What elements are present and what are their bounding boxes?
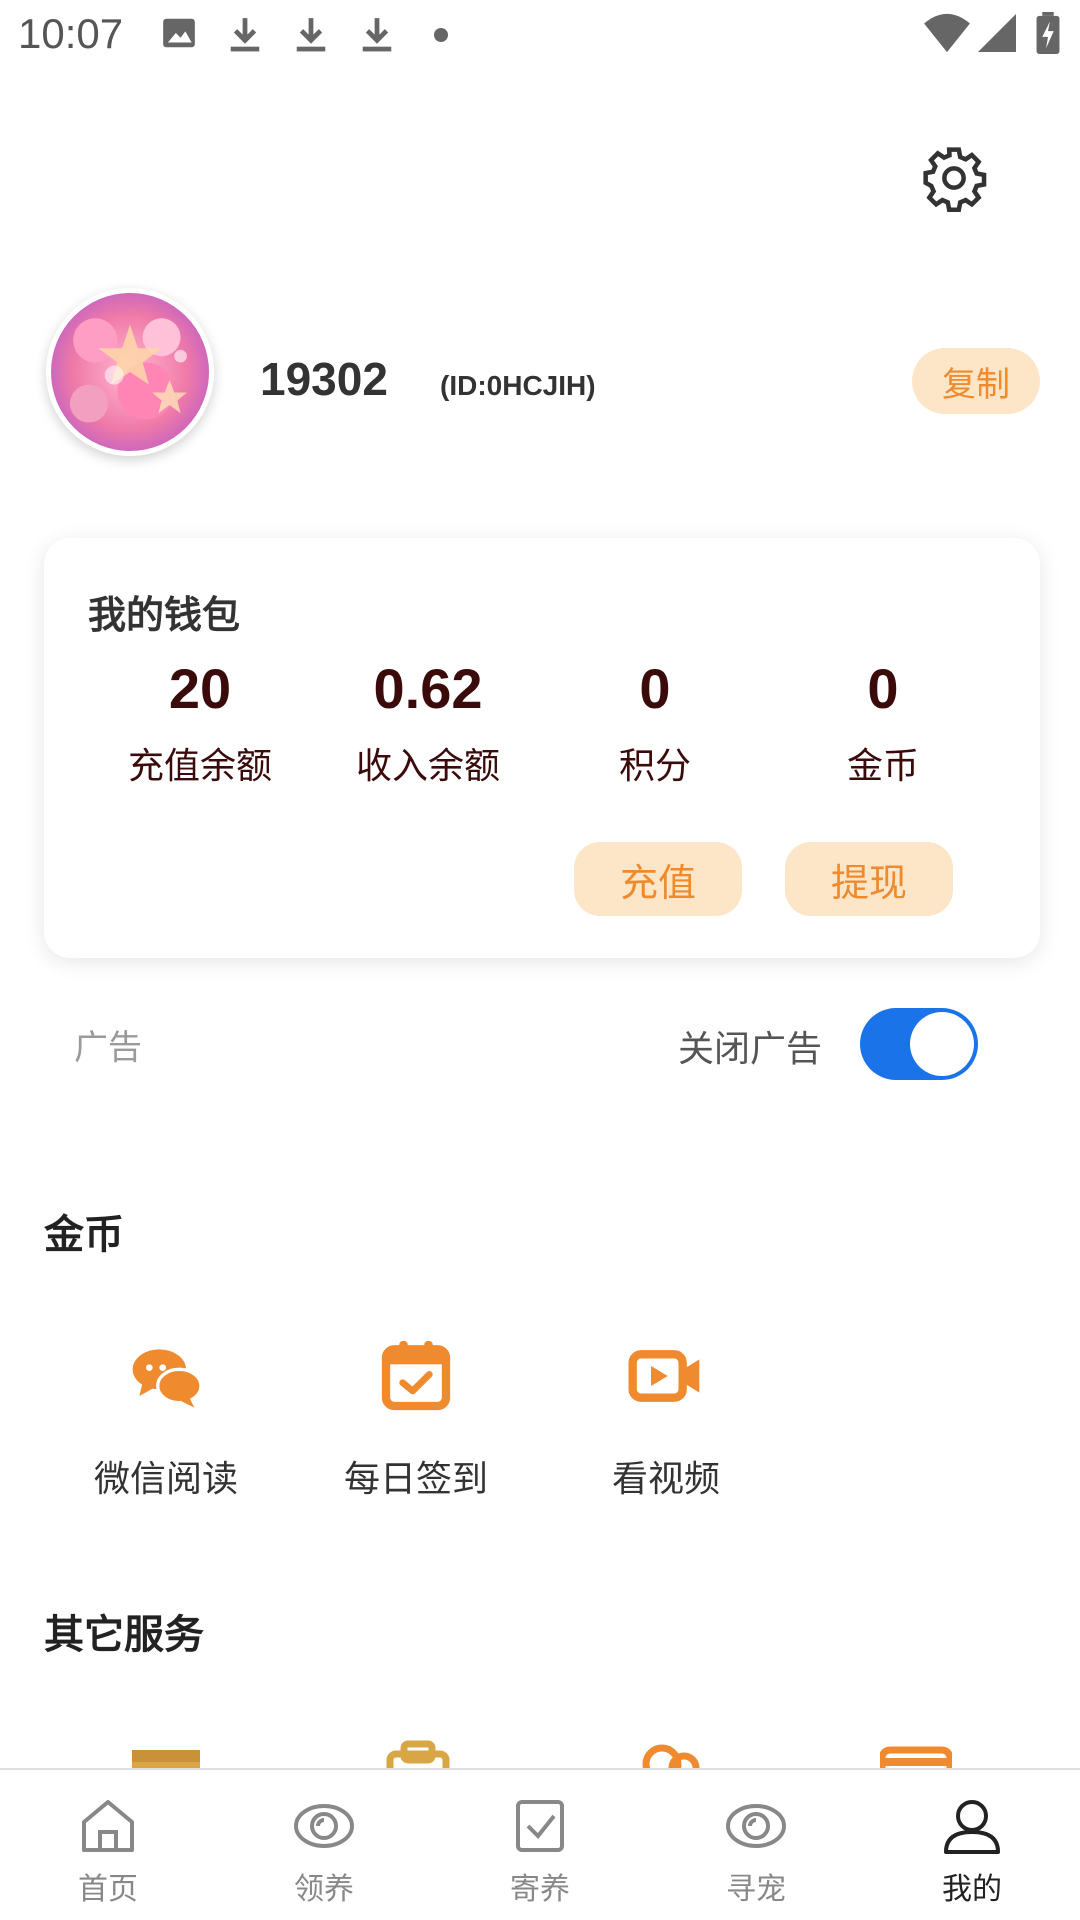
user-group-icon[interactable] bbox=[636, 1738, 708, 1768]
stat-points[interactable]: 0 积分 bbox=[555, 656, 755, 789]
stat-label: 金币 bbox=[846, 746, 919, 787]
tab-label: 我的 bbox=[942, 1872, 1002, 1907]
download-icon bbox=[296, 18, 326, 52]
wallet-title: 我的钱包 bbox=[88, 593, 241, 637]
copy-button[interactable]: 复制 bbox=[912, 348, 1040, 414]
user-id: (ID:0HCJIH) bbox=[440, 370, 596, 401]
stat-recharge-balance[interactable]: 20 充值余额 bbox=[100, 656, 300, 789]
wechat-reading-item[interactable]: 微信阅读 bbox=[66, 1336, 266, 1502]
tab-label: 寻宠 bbox=[726, 1872, 786, 1907]
stat-label: 收入余额 bbox=[355, 746, 500, 787]
signal-icon bbox=[978, 14, 1016, 52]
withdraw-button[interactable]: 提现 bbox=[785, 842, 953, 916]
stat-value: 20 bbox=[168, 657, 232, 720]
image-icon bbox=[163, 18, 195, 48]
stat-value: 0.62 bbox=[373, 657, 483, 720]
stat-value: 0 bbox=[867, 657, 899, 720]
checkbox-icon bbox=[516, 1800, 564, 1852]
gear-icon bbox=[923, 147, 987, 212]
chat-bubbles-icon bbox=[132, 1349, 203, 1408]
tab-label: 寄养 bbox=[510, 1872, 570, 1907]
tab-find-pet[interactable]: 寻宠 bbox=[656, 1770, 856, 1920]
bag-icon[interactable] bbox=[382, 1738, 454, 1768]
watch-video-item[interactable]: 看视频 bbox=[566, 1336, 766, 1502]
eye-icon bbox=[726, 1804, 786, 1848]
tab-adopt[interactable]: 领养 bbox=[224, 1770, 424, 1920]
ad-label: 广告 bbox=[74, 1028, 142, 1068]
toggle-knob bbox=[910, 1012, 974, 1076]
dot-icon bbox=[434, 28, 448, 42]
tab-label: 首页 bbox=[78, 1872, 138, 1907]
other-services-title: 其它服务 bbox=[44, 1612, 204, 1658]
stat-income-balance[interactable]: 0.62 收入余额 bbox=[328, 656, 528, 789]
tab-foster[interactable]: 寄养 bbox=[440, 1770, 640, 1920]
avatar-image bbox=[51, 293, 209, 451]
calendar-check-icon bbox=[381, 1341, 451, 1411]
download-icon bbox=[230, 18, 260, 52]
stat-value: 0 bbox=[639, 657, 671, 720]
tab-label: 领养 bbox=[294, 1872, 354, 1907]
username: 19302 bbox=[260, 353, 388, 405]
recharge-button[interactable]: 充值 bbox=[574, 842, 742, 916]
tab-home[interactable]: 首页 bbox=[8, 1770, 208, 1920]
wallet-icon[interactable] bbox=[130, 1738, 202, 1768]
person-icon bbox=[944, 1800, 1000, 1854]
close-ad-label: 关闭广告 bbox=[678, 1029, 823, 1070]
status-time: 10:07 bbox=[18, 10, 124, 57]
grid-label: 微信阅读 bbox=[93, 1459, 238, 1500]
download-icon bbox=[362, 18, 392, 52]
stat-coins[interactable]: 0 金币 bbox=[783, 656, 983, 789]
settings-button[interactable] bbox=[920, 144, 988, 212]
battery-charging-icon bbox=[1036, 12, 1060, 54]
eye-icon bbox=[294, 1804, 354, 1848]
status-bar: 10:07 bbox=[0, 0, 1080, 72]
bottom-tab-bar: 首页 领养 寄养 寻宠 我的 bbox=[0, 1768, 1080, 1920]
home-icon bbox=[82, 1800, 134, 1852]
wallet-card: 我的钱包 20 充值余额 0.62 收入余额 0 积分 0 金币 充值 提现 bbox=[44, 538, 1040, 958]
card-icon[interactable] bbox=[880, 1738, 952, 1768]
coins-section-title: 金币 bbox=[44, 1212, 124, 1258]
avatar[interactable] bbox=[46, 288, 214, 456]
daily-checkin-item[interactable]: 每日签到 bbox=[316, 1336, 516, 1502]
grid-label: 每日签到 bbox=[343, 1459, 488, 1500]
stat-label: 充值余额 bbox=[127, 746, 272, 787]
tab-mine[interactable]: 我的 bbox=[872, 1770, 1072, 1920]
close-ad-toggle[interactable] bbox=[860, 1008, 978, 1080]
video-camera-icon bbox=[628, 1350, 700, 1402]
wifi-icon bbox=[924, 13, 970, 53]
stat-label: 积分 bbox=[618, 746, 691, 787]
grid-label: 看视频 bbox=[611, 1459, 720, 1500]
